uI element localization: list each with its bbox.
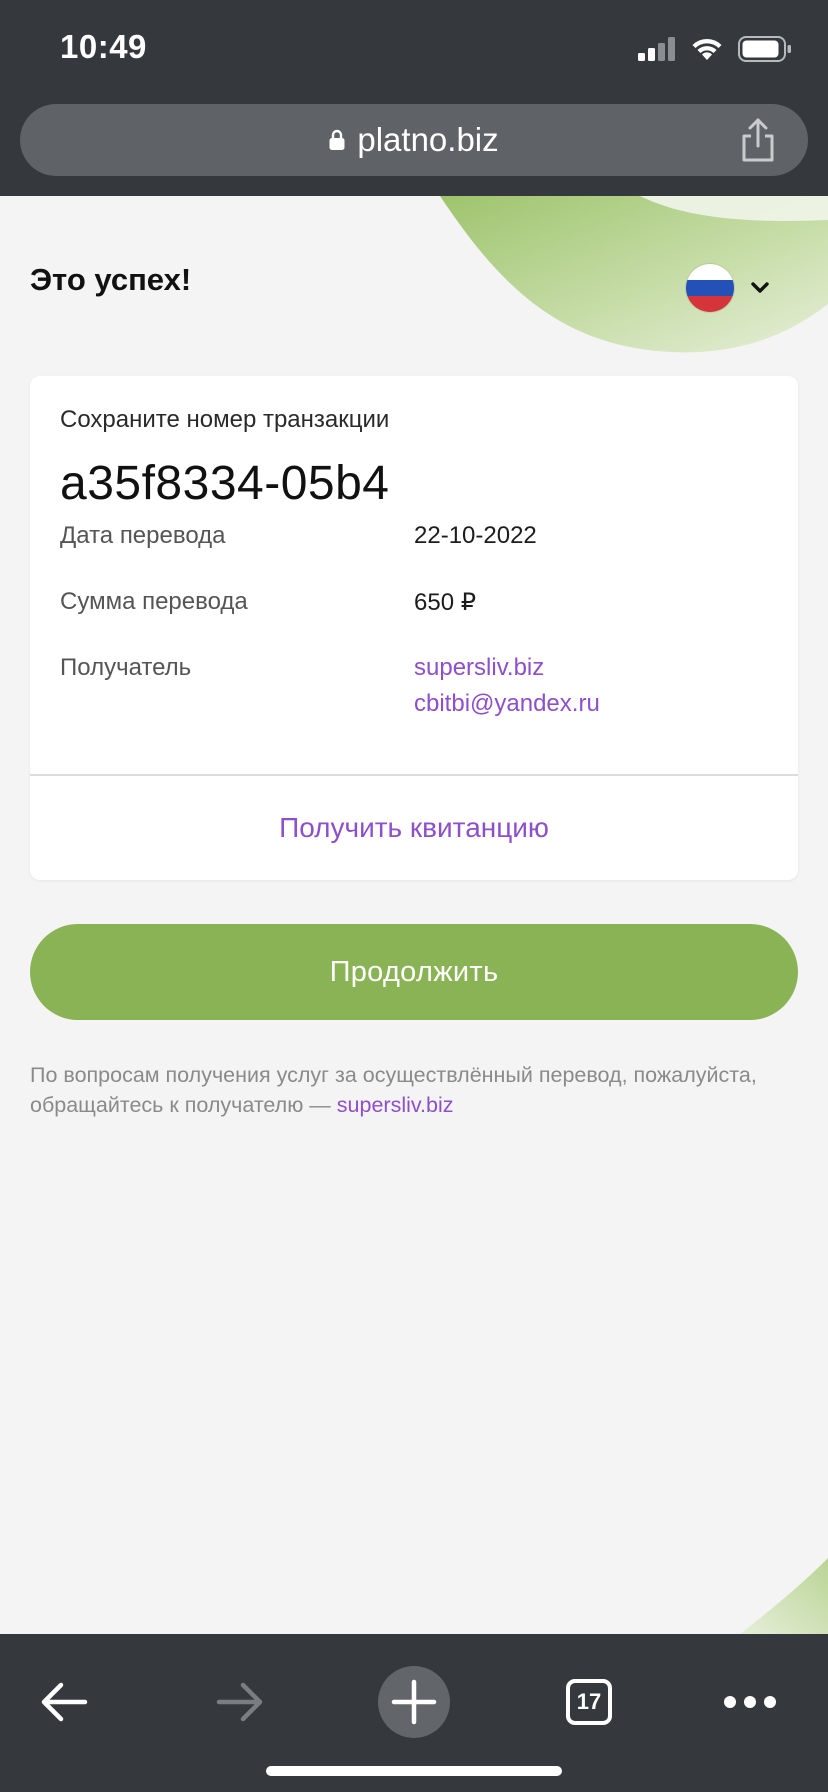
lock-icon [329, 129, 345, 150]
page-content: Это успех! Сохраните номер транзакции a3… [0, 196, 828, 1634]
more-button[interactable] [722, 1666, 778, 1738]
save-transaction-label: Сохраните номер транзакции [60, 406, 390, 433]
plus-icon [391, 1679, 437, 1725]
share-icon[interactable] [736, 116, 780, 164]
home-indicator[interactable] [266, 1766, 562, 1776]
page-title: Это успех! [30, 262, 192, 297]
battery-icon [738, 36, 791, 62]
get-receipt-button[interactable]: Получить квитанцию [30, 776, 798, 880]
recipient-site-link[interactable]: supersliv.biz [414, 654, 544, 682]
address-bar[interactable]: platno.biz [20, 104, 808, 176]
status-time: 10:49 [60, 28, 147, 65]
transaction-card: Сохраните номер транзакции a35f8334-05b4… [30, 376, 798, 880]
decor-wave-bottom [740, 1558, 828, 1634]
tabs-button[interactable]: 17 [564, 1666, 614, 1738]
recipient-email-link[interactable]: cbitbi@yandex.ru [414, 690, 600, 718]
recipient-label: Получатель [60, 654, 192, 681]
more-dots-icon [724, 1696, 776, 1708]
new-tab-circle [378, 1666, 450, 1738]
back-button[interactable] [36, 1666, 92, 1738]
address-content: platno.biz [329, 121, 499, 159]
language-selector[interactable] [686, 262, 776, 314]
chevron-down-icon [751, 282, 769, 293]
status-bar: 10:49 [0, 0, 828, 96]
back-arrow-icon [41, 1682, 88, 1722]
browser-toolbar: 17 [0, 1634, 828, 1792]
footnote: По вопросам получения услуг за осуществл… [30, 1060, 800, 1120]
transfer-amount-value: 650 ₽ [414, 589, 476, 616]
signal-icon [638, 37, 675, 61]
tabs-count: 17 [566, 1679, 612, 1725]
browser-address-area: platno.biz [0, 96, 828, 196]
wifi-icon [692, 38, 722, 60]
forward-arrow-icon [216, 1682, 263, 1722]
transaction-id: a35f8334-05b4 [60, 457, 390, 510]
forward-button[interactable] [212, 1666, 268, 1738]
status-icons [638, 36, 792, 62]
transfer-date-value: 22-10-2022 [414, 522, 537, 549]
footnote-recipient-link[interactable]: supersliv.biz [337, 1093, 454, 1117]
transfer-date-label: Дата перевода [60, 522, 226, 549]
address-url: platno.biz [357, 121, 499, 158]
continue-button[interactable]: Продолжить [30, 924, 798, 1020]
russia-flag-icon [686, 264, 734, 312]
new-tab-button[interactable] [378, 1666, 450, 1738]
transfer-amount-label: Сумма перевода [60, 588, 248, 615]
